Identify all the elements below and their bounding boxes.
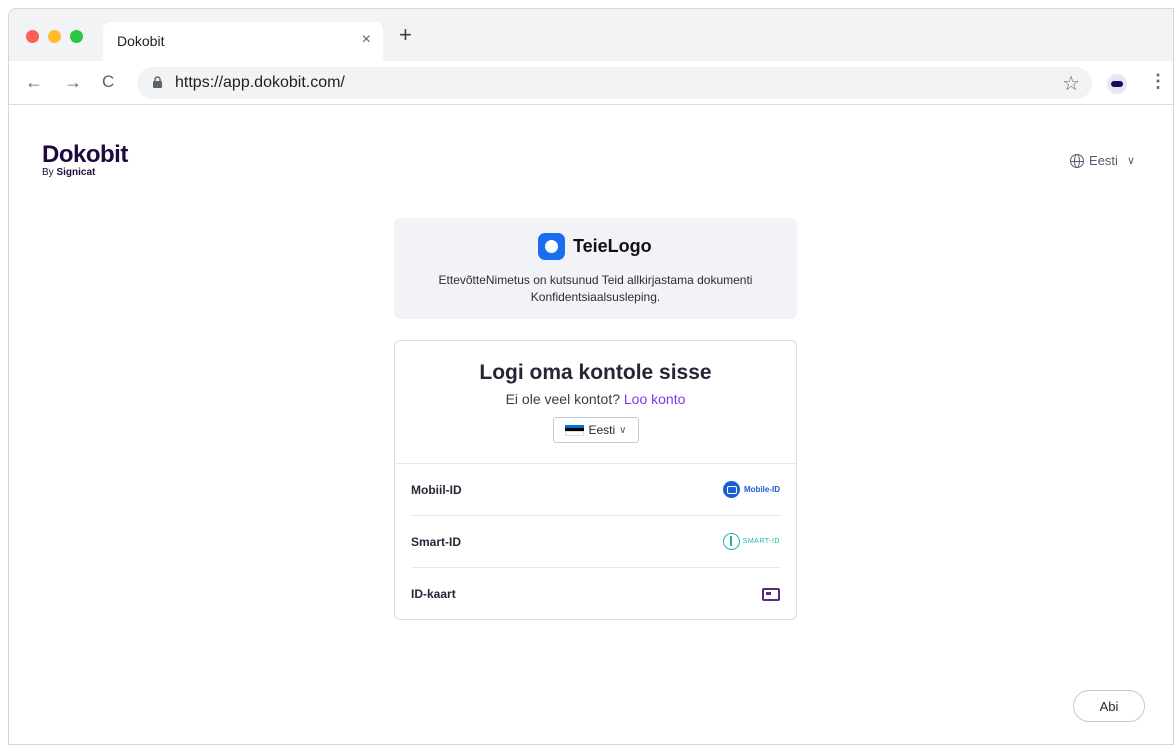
company-logo-icon — [538, 233, 565, 260]
reload-icon[interactable]: C — [102, 72, 114, 92]
close-tab-icon[interactable]: × — [362, 31, 371, 49]
brand-sub: By Signicat — [42, 167, 128, 178]
bookmark-star-icon[interactable]: ☆ — [1062, 71, 1080, 96]
page-content: Dokobit By Signicat Eesti ∨ TeieLogo Ett… — [9, 105, 1173, 744]
back-icon[interactable]: ← — [25, 72, 43, 92]
method-id-card[interactable]: ID-kaart — [411, 568, 780, 620]
dokobit-logo[interactable]: Dokobit By Signicat — [42, 141, 128, 179]
extension-icon[interactable] — [1107, 74, 1127, 94]
language-switcher[interactable]: Eesti ∨ — [1070, 153, 1135, 168]
brand-sub-prefix: By — [42, 167, 54, 178]
help-button[interactable]: Abi — [1073, 690, 1145, 722]
tab-title: Dokobit — [117, 33, 165, 49]
brand-name: Dokobit — [42, 141, 128, 168]
login-header: Logi oma kontole sisse Ei ole veel konto… — [395, 341, 796, 464]
language-label: Eesti — [1089, 153, 1118, 168]
browser-window: Dokobit × + ← → C https://app.dokobit.co… — [8, 8, 1174, 745]
browser-menu-icon[interactable]: ⋮ — [1149, 71, 1167, 92]
method-label: Mobiil-ID — [411, 482, 462, 497]
company-logo: TeieLogo — [538, 233, 652, 260]
smart-id-text: SMART-ID — [742, 538, 780, 545]
country-select-value: Eesti — [588, 423, 616, 437]
mobile-id-text: Mobile-ID — [744, 485, 780, 494]
forward-icon[interactable]: → — [64, 72, 82, 92]
smart-id-mark — [722, 533, 740, 550]
smart-id-icon: SMART-ID — [722, 533, 780, 550]
close-window-button[interactable] — [26, 30, 39, 43]
maximize-window-button[interactable] — [70, 30, 83, 43]
minimize-window-button[interactable] — [48, 30, 61, 43]
login-title: Logi oma kontole sisse — [479, 361, 712, 384]
chevron-down-icon: ∨ — [619, 424, 627, 436]
mobile-id-icon: Mobile-ID — [723, 481, 780, 498]
method-label: Smart-ID — [411, 534, 462, 549]
login-card: Logi oma kontole sisse Ei ole veel konto… — [394, 340, 797, 620]
invite-card: TeieLogo EttevõtteNimetus on kutsunud Te… — [394, 218, 797, 319]
method-label: ID-kaart — [411, 587, 456, 601]
address-bar[interactable]: https://app.dokobit.com/ ☆ — [137, 67, 1092, 99]
globe-icon — [1070, 153, 1085, 168]
country-select[interactable]: Eesti ∨ — [553, 417, 639, 443]
browser-tab[interactable]: Dokobit × — [103, 22, 383, 61]
browser-toolbar: ← → C https://app.dokobit.com/ ☆ ⋮ — [9, 61, 1173, 105]
new-tab-icon[interactable]: + — [399, 24, 412, 46]
login-subtitle: Ei ole veel kontot? Loo konto — [395, 391, 796, 407]
tab-strip: Dokobit × + — [9, 9, 1173, 61]
method-smart-id[interactable]: Smart-ID SMART-ID — [411, 516, 780, 568]
lock-icon — [153, 76, 162, 88]
brand-sub-name: Signicat — [56, 167, 96, 178]
mobile-id-mark — [723, 481, 740, 498]
chevron-down-icon: ∨ — [1126, 155, 1135, 167]
id-card-icon — [762, 587, 780, 601]
invite-message: EttevõtteNimetus on kutsunud Teid allkir… — [438, 273, 753, 304]
company-logo-text: TeieLogo — [573, 236, 652, 256]
create-account-link[interactable]: Loo konto — [624, 391, 686, 407]
url-text: https://app.dokobit.com/ — [175, 74, 345, 91]
no-account-text: Ei ole veel kontot? — [505, 391, 620, 407]
estonia-flag-icon — [565, 424, 585, 436]
method-mobile-id[interactable]: Mobiil-ID Mobile-ID — [411, 464, 780, 516]
